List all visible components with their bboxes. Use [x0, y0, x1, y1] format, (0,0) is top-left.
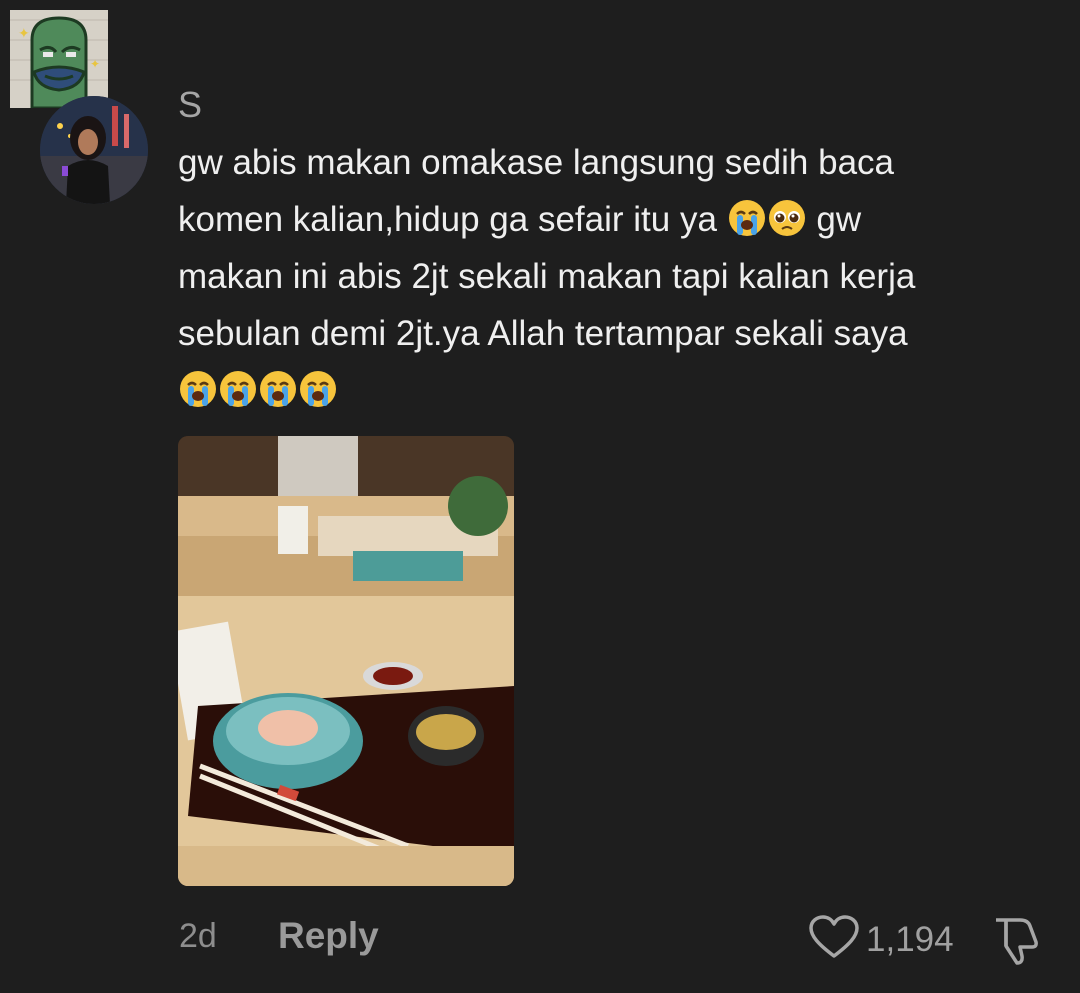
dislike-button[interactable] — [990, 914, 1044, 968]
comment-line-4: sebulan demi 2jt.ya Allah tertampar seka… — [178, 314, 908, 353]
thumbs-down-outline-icon[interactable] — [990, 918, 1044, 972]
loudly-crying-face-icon — [218, 369, 258, 409]
heart-outline-icon[interactable] — [808, 914, 860, 965]
loudly-crying-face-icon — [258, 369, 298, 409]
username[interactable]: S — [178, 84, 202, 126]
loudly-crying-face-icon — [298, 369, 338, 409]
pleading-face-icon — [767, 198, 807, 238]
comment-line-1: gw abis makan omakase langsung sedih bac… — [178, 143, 894, 182]
loudly-crying-face-icon — [727, 198, 767, 238]
svg-text:✦: ✦ — [18, 25, 30, 41]
comment-photo[interactable] — [178, 436, 514, 886]
avatar[interactable] — [40, 96, 148, 204]
like-count: 1,194 — [866, 919, 954, 959]
comment-text: gw abis makan omakase langsung sedih bac… — [178, 134, 1058, 419]
like-button[interactable]: 1,194 — [808, 914, 954, 965]
svg-text:✦: ✦ — [90, 57, 100, 71]
reply-button[interactable]: Reply — [278, 915, 379, 957]
loudly-crying-face-icon — [178, 369, 218, 409]
sticker-image: ✦ ✦ — [10, 10, 108, 108]
comment-time: 2d — [179, 917, 217, 955]
comment-line-3: makan ini abis 2jt sekali makan tapi kal… — [178, 257, 916, 296]
comment-line-2b: gw — [816, 200, 862, 239]
comment-line-2: komen kalian,hidup ga sefair itu ya — [178, 200, 717, 239]
